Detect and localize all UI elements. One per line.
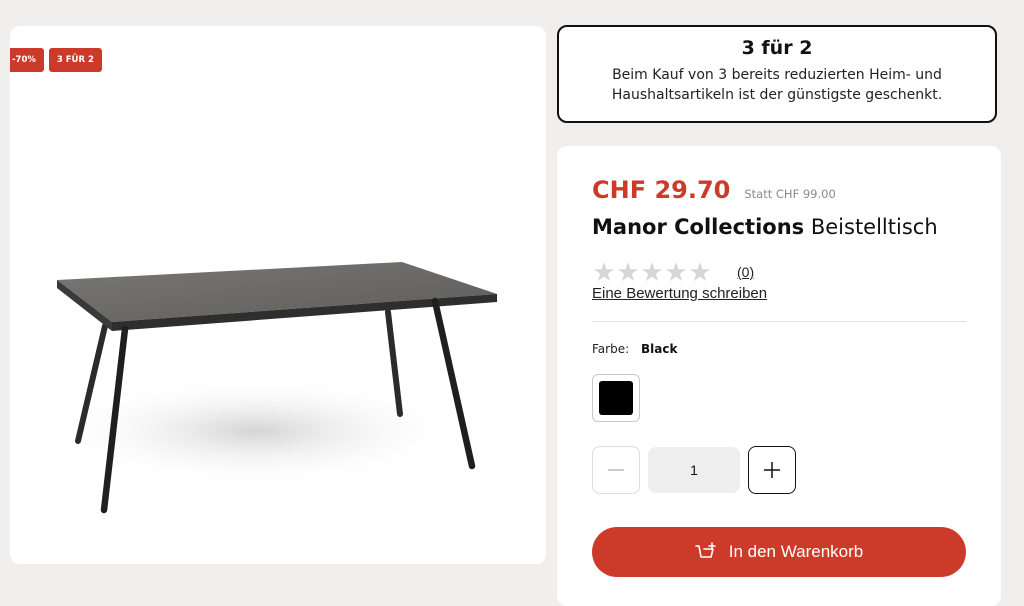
discount-badge: -70% bbox=[10, 48, 44, 72]
product-title: Manor Collections Beistelltisch bbox=[592, 215, 938, 239]
promo-title: 3 für 2 bbox=[741, 37, 813, 59]
decrease-quantity-button[interactable] bbox=[592, 446, 640, 494]
color-label: Farbe: bbox=[592, 342, 630, 356]
plus-icon bbox=[764, 462, 780, 478]
product-name: Beistelltisch bbox=[810, 215, 938, 239]
promo-box: 3 für 2 Beim Kauf von 3 bereits reduzier… bbox=[557, 25, 997, 123]
star-icon: ★ bbox=[664, 257, 688, 287]
review-count-link[interactable]: (0) bbox=[737, 264, 754, 280]
increase-quantity-button[interactable] bbox=[748, 446, 796, 494]
star-icon: ★ bbox=[688, 257, 712, 287]
color-swatch-fill bbox=[599, 381, 633, 415]
price-row: CHF 29.70 Statt CHF 99.00 bbox=[592, 176, 836, 204]
rating-row: ★ ★ ★ ★ ★ (0) bbox=[592, 257, 754, 287]
quantity-stepper: 1 bbox=[592, 446, 796, 494]
promo-text: Beim Kauf von 3 bereits reduzierten Heim… bbox=[611, 67, 943, 103]
minus-icon bbox=[608, 469, 624, 471]
divider bbox=[592, 321, 966, 322]
product-info-card: CHF 29.70 Statt CHF 99.00 Manor Collecti… bbox=[557, 146, 1001, 606]
add-to-cart-button[interactable]: In den Warenkorb bbox=[592, 527, 966, 577]
product-brand: Manor Collections bbox=[592, 215, 805, 239]
write-review-link[interactable]: Eine Bewertung schreiben bbox=[592, 285, 767, 302]
color-selection-label: Farbe: Black bbox=[592, 342, 677, 356]
star-icon: ★ bbox=[640, 257, 664, 287]
current-price: CHF 29.70 bbox=[592, 176, 731, 204]
star-icon: ★ bbox=[592, 257, 616, 287]
product-image-card[interactable]: -70% 3 FÜR 2 bbox=[10, 26, 546, 564]
product-image-table bbox=[45, 262, 497, 514]
add-to-cart-label: In den Warenkorb bbox=[728, 542, 864, 561]
star-rating: ★ ★ ★ ★ ★ bbox=[592, 257, 712, 287]
add-to-cart-icon bbox=[694, 542, 717, 562]
color-swatch-black[interactable] bbox=[592, 374, 640, 422]
badge-group: -70% 3 FÜR 2 bbox=[10, 48, 102, 72]
quantity-input[interactable]: 1 bbox=[648, 447, 740, 493]
color-value: Black bbox=[640, 342, 678, 356]
old-price: Statt CHF 99.00 bbox=[744, 187, 836, 201]
star-icon: ★ bbox=[616, 257, 640, 287]
promo-badge: 3 FÜR 2 bbox=[48, 48, 102, 72]
